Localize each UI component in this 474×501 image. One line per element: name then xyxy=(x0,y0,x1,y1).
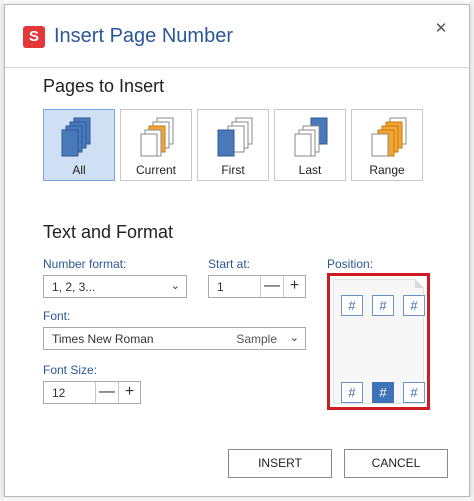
position-bottom-right[interactable]: # xyxy=(403,382,425,403)
dialog-titlebar: S Insert Page Number ✕ xyxy=(5,5,469,67)
tile-label: Current xyxy=(135,163,176,177)
chevron-down-icon: ⌄ xyxy=(289,332,299,344)
font-size-stepper: 12 — + xyxy=(43,381,141,404)
tile-label: Last xyxy=(298,163,322,177)
cancel-button[interactable]: CANCEL xyxy=(344,449,448,478)
range-pages-icon xyxy=(371,117,407,157)
app-logo-icon: S xyxy=(23,26,45,48)
font-sample-text: Sample xyxy=(236,332,277,346)
pages-option-current[interactable]: Current xyxy=(120,109,192,181)
position-top-left[interactable]: # xyxy=(341,295,363,316)
font-size-label: Font Size: xyxy=(43,363,98,377)
current-page-icon xyxy=(140,117,174,157)
first-page-icon xyxy=(217,117,253,157)
position-selector: # # # # # # xyxy=(327,273,430,410)
page-fold-icon xyxy=(415,279,424,288)
start-at-decrement-button[interactable]: — xyxy=(261,276,283,297)
position-top-center[interactable]: # xyxy=(372,295,394,316)
pages-option-last[interactable]: Last xyxy=(274,109,346,181)
position-bottom-center[interactable]: # xyxy=(372,382,394,403)
start-at-input[interactable]: 1 xyxy=(209,276,261,297)
position-bottom-left[interactable]: # xyxy=(341,382,363,403)
font-size-increment-button[interactable]: + xyxy=(118,382,140,403)
page-preview: # # # # # # xyxy=(333,279,425,404)
font-value: Times New Roman xyxy=(52,332,154,346)
insert-page-number-dialog: S Insert Page Number ✕ Pages to Insert A… xyxy=(4,4,470,497)
pages-option-all[interactable]: All xyxy=(43,109,115,181)
start-at-increment-button[interactable]: + xyxy=(283,276,305,297)
title-divider xyxy=(5,67,469,68)
start-at-label: Start at: xyxy=(208,257,251,271)
font-select[interactable]: Times New Roman Sample ⌄ xyxy=(43,327,306,350)
position-top-right[interactable]: # xyxy=(403,295,425,316)
text-and-format-heading: Text and Format xyxy=(43,222,174,242)
number-format-select[interactable]: 1, 2, 3... ⌄ xyxy=(43,275,187,298)
pages-option-range[interactable]: Range xyxy=(351,109,423,181)
pages-option-first[interactable]: First xyxy=(197,109,269,181)
chevron-down-icon: ⌄ xyxy=(170,280,180,292)
insert-button[interactable]: INSERT xyxy=(228,449,332,478)
number-format-value: 1, 2, 3... xyxy=(52,280,96,294)
pages-to-insert-heading: Pages to Insert xyxy=(43,76,165,96)
dialog-title: Insert Page Number xyxy=(54,25,233,47)
close-button[interactable]: ✕ xyxy=(431,19,451,39)
tile-label: All xyxy=(72,163,86,177)
font-size-decrement-button[interactable]: — xyxy=(96,382,118,403)
position-label: Position: xyxy=(327,257,374,271)
number-format-label: Number format: xyxy=(43,257,127,271)
tile-label: First xyxy=(221,163,245,177)
font-size-input[interactable]: 12 xyxy=(44,382,96,403)
font-label: Font: xyxy=(43,309,71,323)
start-at-stepper: 1 — + xyxy=(208,275,306,298)
tile-label: Range xyxy=(369,163,405,177)
all-pages-icon xyxy=(61,117,91,157)
background-document-edge xyxy=(470,0,474,501)
last-page-icon xyxy=(294,117,328,157)
